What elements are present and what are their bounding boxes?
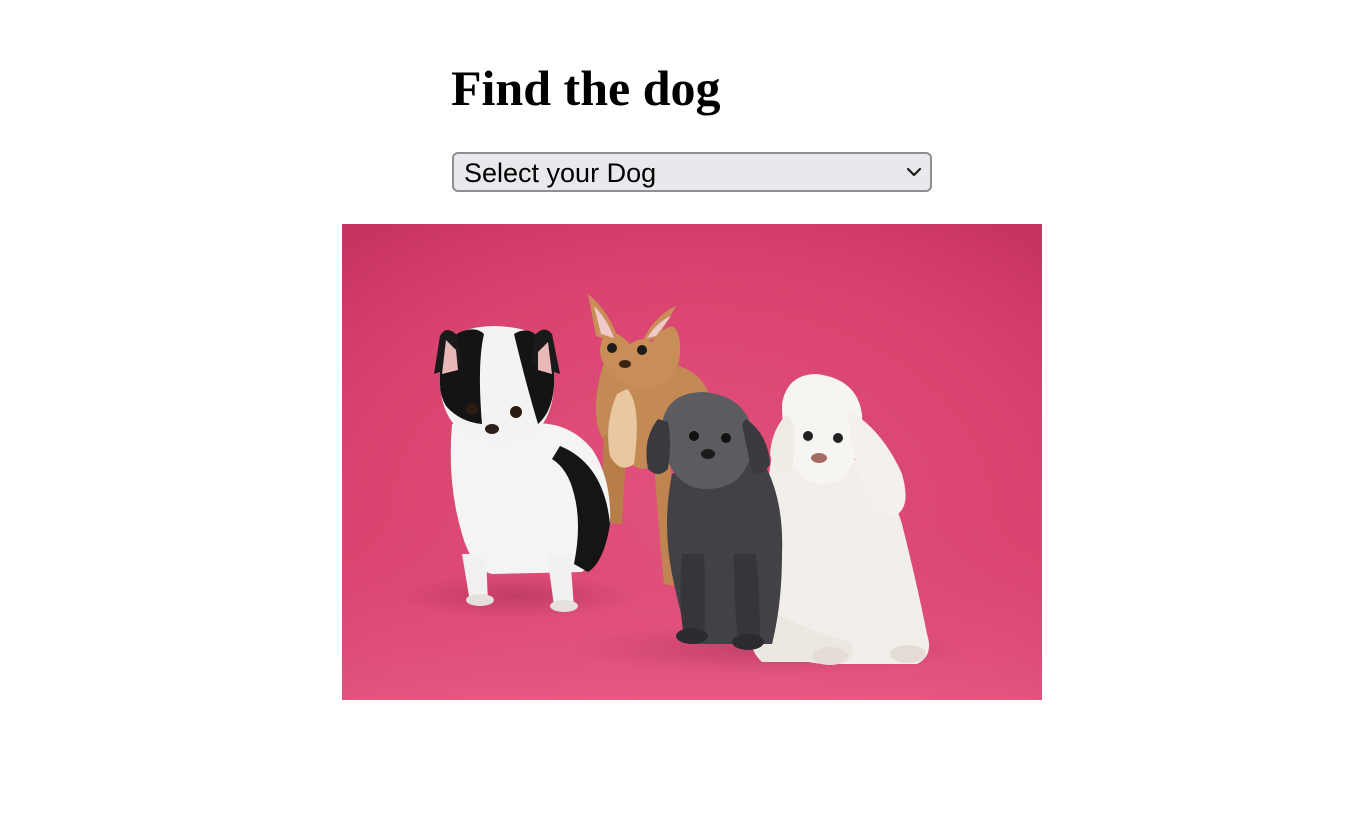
dogs-photo xyxy=(342,224,1042,700)
dog-select-value: Select your Dog xyxy=(464,158,657,188)
chevron-down-icon xyxy=(906,167,922,177)
page-title: Find the dog xyxy=(451,60,721,116)
dog-select[interactable]: Select your Dog xyxy=(452,152,932,192)
